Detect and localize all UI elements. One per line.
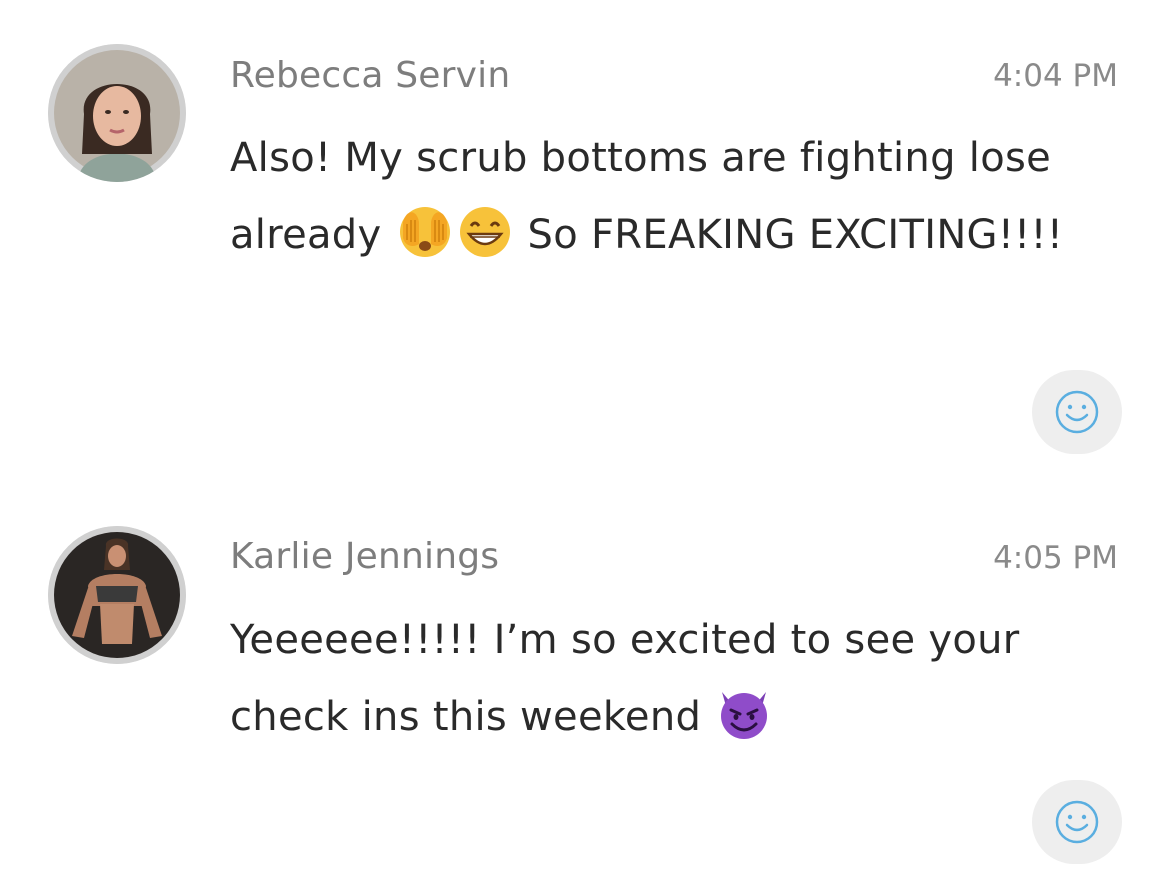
timestamp: 4:05 PM [993, 540, 1118, 576]
message-text-part: So FREAKING EXCITING!!!! [514, 212, 1064, 258]
smiley-icon [1055, 390, 1099, 434]
avatar[interactable] [48, 44, 186, 182]
message-item: Rebecca Servin 4:04 PM Also! My scrub bo… [0, 0, 1170, 470]
message-text-part: Yeeeeee!!!!! I’m so excited to see your … [230, 617, 1020, 740]
smiling-devil-emoji [721, 692, 768, 739]
message-text: Yeeeeee!!!!! I’m so excited to see your … [230, 602, 1130, 756]
add-reaction-button[interactable] [1032, 780, 1122, 864]
smiley-icon [1055, 800, 1099, 844]
add-reaction-button[interactable] [1032, 370, 1122, 454]
face-with-hands-over-eyes-emoji [399, 207, 450, 257]
timestamp: 4:04 PM [993, 58, 1118, 94]
sender-name: Rebecca Servin [230, 55, 511, 96]
avatar-photo [48, 44, 186, 182]
avatar[interactable] [48, 526, 186, 664]
grinning-face-emoji [459, 207, 510, 257]
sender-name: Karlie Jennings [230, 536, 500, 577]
message-text: Also! My scrub bottoms are fighting lose… [230, 120, 1130, 274]
avatar-photo [48, 526, 186, 664]
message-item: Karlie Jennings 4:05 PM Yeeeeee!!!!! I’m… [0, 480, 1170, 893]
